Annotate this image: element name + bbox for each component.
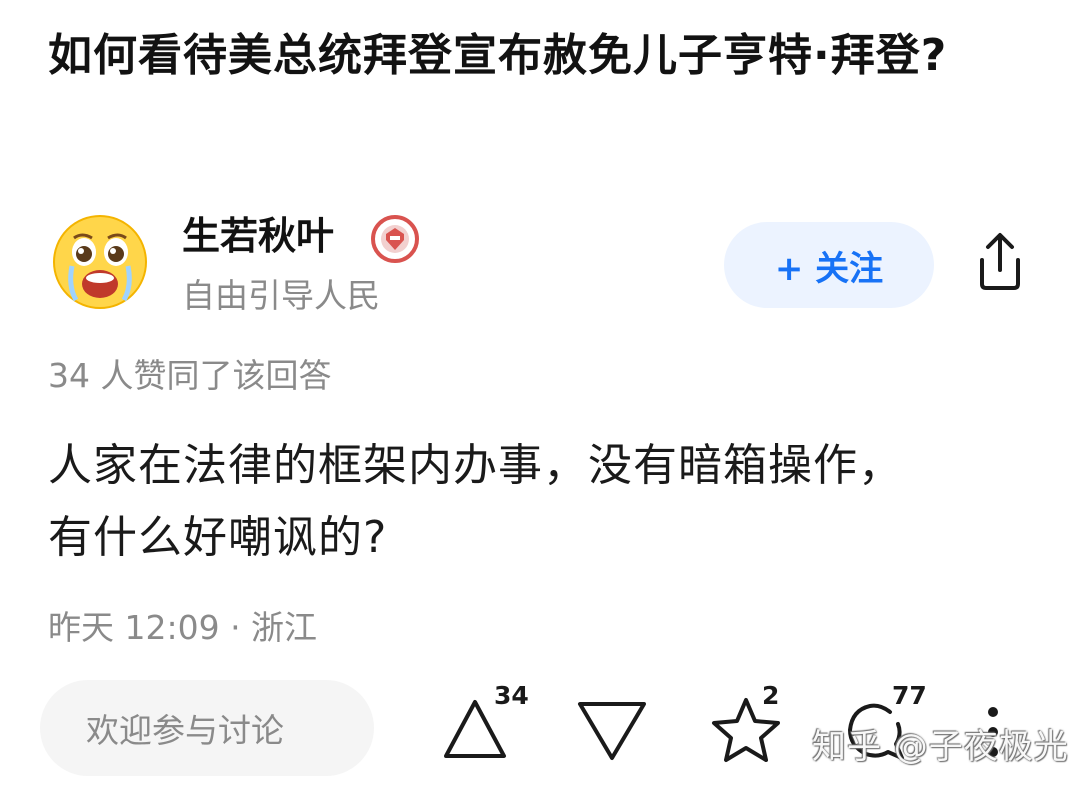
author-name[interactable]: 生若秋叶 [182,210,334,262]
comment-input-placeholder: 欢迎参与讨论 [86,711,284,750]
author-bio: 自由引导人民 [182,276,380,315]
watermark: 知乎 @子夜极光 [812,727,1069,767]
upvote-count: 34 [494,681,529,710]
question-title[interactable]: 如何看待美总统拜登宣布赦免儿子亨特·拜登? [48,22,1008,90]
favorite-count: 2 [762,681,780,710]
comment-input[interactable]: 欢迎参与讨论 [40,680,374,776]
downvote-triangle-icon [578,702,646,760]
answer-line: 人家在法律的框架内办事，没有暗箱操作， [48,440,903,491]
follow-button-label: + 关注 [774,248,884,289]
follow-button[interactable]: + 关注 [724,222,934,308]
author-badge-icon [370,214,420,264]
answer-body[interactable]: 人家在法律的框架内办事，没有暗箱操作， 有什么好嘲讽的? [48,430,1048,574]
answer-meta: 昨天 12:09 · 浙江 [48,608,318,647]
favorite-button[interactable]: 2 [706,682,796,770]
answer-line: 有什么好嘲讽的? [48,512,388,563]
comment-count: 77 [892,681,927,710]
downvote-button[interactable] [572,690,662,770]
author-avatar[interactable] [52,214,148,310]
vote-summary[interactable]: 34 人赞同了该回答 [48,350,331,402]
crying-face-emoji-icon [53,215,147,309]
upvote-button[interactable]: 34 [440,682,530,770]
share-icon[interactable] [968,230,1032,294]
